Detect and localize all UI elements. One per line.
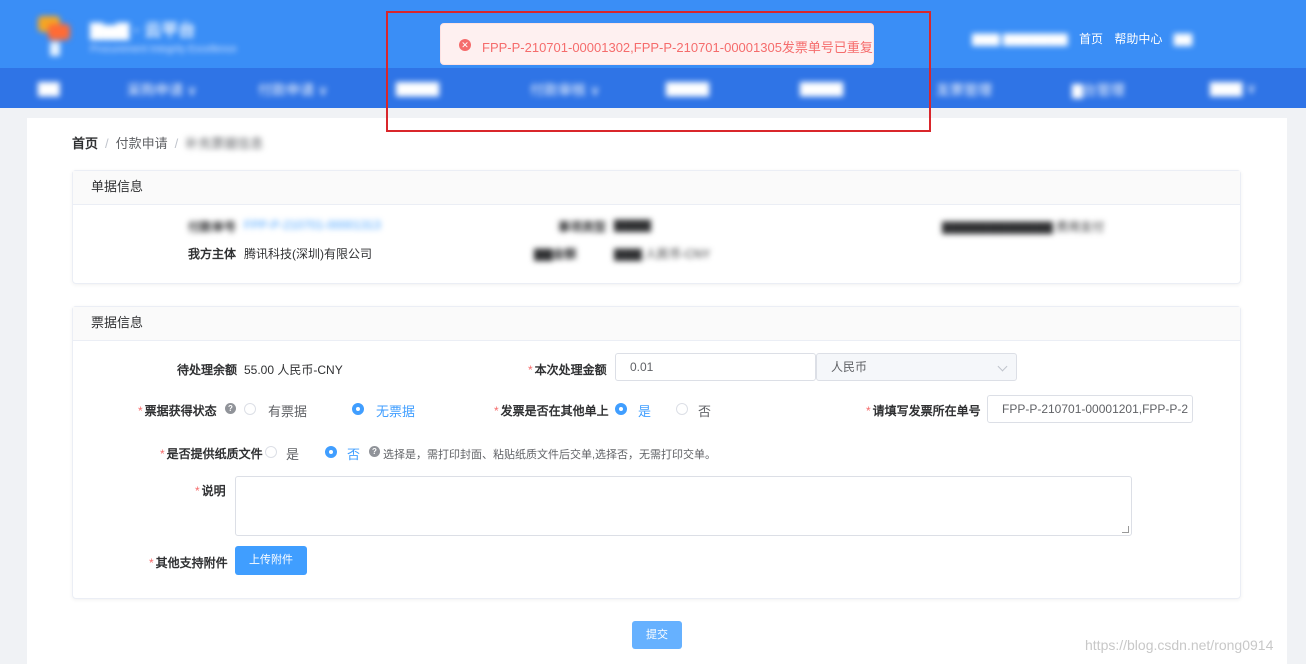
description-label: * 说明 — [195, 484, 226, 498]
invoice-order-no-label: * 请填写发票所在单号 — [866, 404, 981, 418]
info-icon: ? — [369, 446, 380, 457]
main-nav: ▇▇ 采购申请 ∨ 付款申请 ∨ ▇▇▇▇ 付款审核 ∨ ▇▇▇▇ ▇▇▇▇ 发… — [0, 68, 1306, 108]
close-circle-icon: ✕ — [459, 39, 471, 51]
radio-no-invoice-label[interactable]: 无票据 — [376, 401, 415, 420]
radio-other-no-label[interactable]: 否 — [698, 401, 711, 420]
radio-paper-yes-label[interactable]: 是 — [286, 444, 299, 463]
radio-no-invoice[interactable] — [352, 403, 364, 415]
submit-button[interactable]: 提交 — [632, 621, 682, 649]
radio-paper-no[interactable] — [325, 446, 337, 458]
description-textarea[interactable] — [235, 476, 1132, 536]
currency-select[interactable]: 人民币 — [816, 353, 1017, 381]
brand-subtitle: Procurement Integrity Excellence — [90, 44, 237, 55]
resize-handle-icon[interactable] — [1122, 526, 1129, 533]
pending-balance-label: 待处理余额 — [177, 363, 238, 377]
help-link[interactable]: 帮助中心 — [1114, 32, 1162, 46]
invoice-status-label: * 票据获得状态 — [138, 404, 217, 418]
company-value: 腾讯科技(深圳)有限公司 — [244, 247, 372, 261]
nav-item-3[interactable]: ▇▇▇▇ — [396, 80, 439, 97]
top-links: ▇▇▇ ▇▇▇▇▇▇▇ 首页 帮助中心 ▇▇ — [972, 30, 1200, 47]
radio-other-no[interactable] — [676, 403, 688, 415]
nav-item-invoice[interactable]: 发票管理 — [936, 80, 992, 100]
radio-paper-no-label[interactable]: 否 — [347, 444, 360, 463]
nav-item-platform[interactable]: ▇台管理 — [1072, 80, 1125, 100]
other-order-label: * 发票是否在其他单上 — [494, 404, 609, 418]
top-user-info[interactable]: ▇▇▇ ▇▇▇▇▇▇▇ — [972, 32, 1068, 46]
brand-logo — [36, 14, 74, 58]
nav-item-payment-request[interactable]: 付款申请 ∨ — [258, 80, 328, 100]
error-toast-message: FPP-P-210701-00001302,FPP-P-210701-00001… — [482, 40, 873, 55]
process-amount-input[interactable]: 0.01 — [615, 353, 816, 381]
breadcrumb-home[interactable]: 首页 — [72, 136, 98, 151]
radio-other-yes[interactable] — [615, 403, 627, 415]
error-toast: ✕ FPP-P-210701-00001302,FPP-P-210701-000… — [440, 23, 874, 65]
invoice-order-no-input[interactable]: FPP-P-210701-00001201,FPP-P-2 — [987, 395, 1193, 423]
logout-link[interactable]: ▇▇ — [1174, 32, 1192, 46]
attachment-label: * 其他支持附件 — [149, 556, 228, 570]
watermark: https://blog.csdn.net/rong0914 — [1085, 637, 1274, 653]
chevron-down-icon — [997, 361, 1008, 372]
brand-title: ▇▆▇ · 云平台 — [90, 21, 196, 40]
radio-has-invoice-label[interactable]: 有票据 — [268, 401, 307, 420]
paper-file-label: * 是否提供纸质文件 — [160, 447, 263, 461]
order-extra-info: ▇▇▇▇▇▇▇▇▇▇▇▇ 费用支付 — [942, 220, 1105, 234]
invoice-info-title: 票据信息 — [73, 307, 1240, 341]
breadcrumb: 首页 / 付款申请 / 补充票据信息 — [72, 136, 264, 151]
payment-no-label: 付款单号 — [188, 220, 237, 234]
matter-type-value: ▇▇▇▇ — [614, 218, 651, 232]
breadcrumb-payment[interactable]: 付款申请 — [116, 136, 168, 151]
company-label: 我方主体 — [188, 247, 237, 261]
radio-paper-yes[interactable] — [265, 446, 277, 458]
paper-file-hint: 选择是，需打印封面、粘贴纸质文件后交单,选择否，无需打印交单。 — [383, 449, 717, 461]
nav-item-payment-review[interactable]: 付款审核 ∨ — [530, 80, 600, 100]
radio-has-invoice[interactable] — [244, 403, 256, 415]
upload-attachment-button[interactable]: 上传附件 — [235, 546, 307, 575]
order-amount-value: ▇▇▇ 人民币-CNY — [614, 247, 711, 261]
nav-item-purchase[interactable]: 采购申请 ∨ — [127, 80, 197, 100]
nav-item-0[interactable]: ▇▇ — [38, 80, 60, 97]
order-amount-label: ▇▇金额 — [534, 247, 577, 261]
home-link[interactable]: 首页 — [1079, 32, 1103, 46]
matter-type-label: 事项类型 — [558, 220, 607, 234]
radio-other-yes-label[interactable]: 是 — [638, 401, 651, 420]
process-amount-label: * 本次处理金额 — [528, 363, 607, 377]
order-info-title: 单据信息 — [73, 171, 1240, 205]
question-icon[interactable]: ? — [225, 403, 236, 414]
breadcrumb-current: 补充票据信息 — [185, 136, 264, 151]
payment-no-link[interactable]: FPP-P-210701-00001313 — [244, 218, 381, 232]
nav-item-6[interactable]: ▇▇▇▇ — [800, 80, 843, 97]
nav-item-user[interactable]: ▇▇▇ ∨ — [1210, 80, 1256, 97]
pending-balance-value: 55.00 人民币-CNY — [244, 363, 343, 377]
nav-item-5[interactable]: ▇▇▇▇ — [666, 80, 709, 97]
